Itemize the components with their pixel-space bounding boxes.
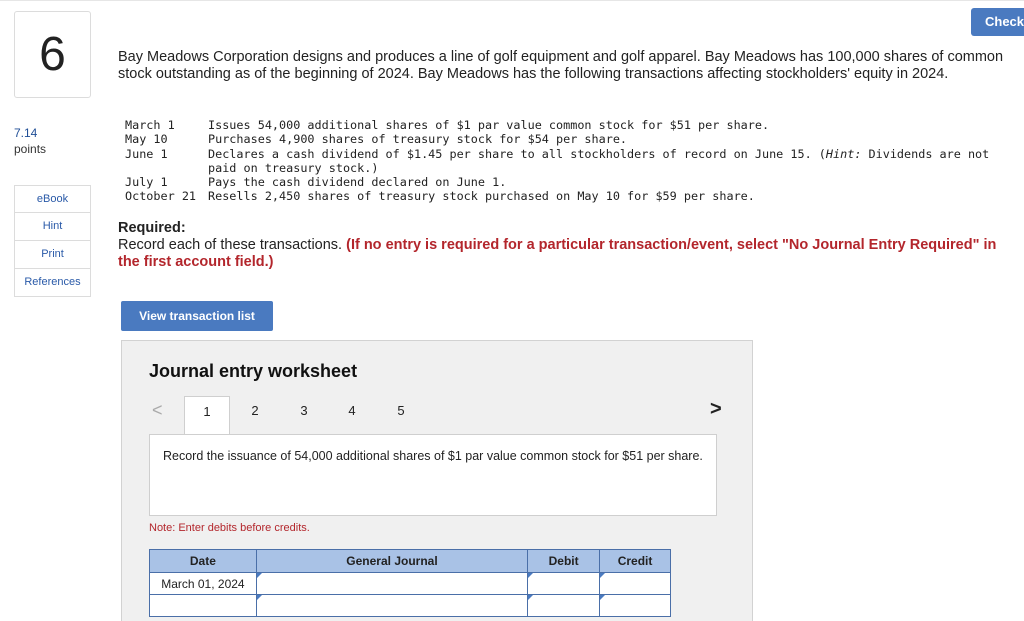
transaction-prompt: Record the issuance of 54,000 additional… bbox=[149, 434, 717, 516]
page-tab-2[interactable]: 2 bbox=[232, 396, 278, 434]
journal-header-row: Date General Journal Debit Credit bbox=[149, 549, 671, 573]
page-tab-4[interactable]: 4 bbox=[329, 396, 375, 434]
credit-input[interactable] bbox=[599, 572, 671, 595]
top-divider bbox=[0, 0, 1024, 1]
page-tab-3[interactable]: 3 bbox=[281, 396, 327, 434]
debit-input[interactable] bbox=[527, 572, 601, 595]
transaction-row: June 1 Declares a cash dividend of $1.45… bbox=[125, 147, 1003, 176]
transaction-desc-part: Declares a cash dividend of $1.45 per sh… bbox=[208, 146, 826, 161]
col-general-journal: General Journal bbox=[255, 549, 529, 573]
required-text: Record each of these transactions. (If n… bbox=[118, 237, 1008, 271]
transaction-date: July 1 bbox=[125, 175, 168, 190]
chevron-right-icon[interactable]: > bbox=[710, 398, 722, 421]
account-select[interactable] bbox=[255, 594, 529, 617]
table-row bbox=[149, 594, 671, 617]
hint-link[interactable]: Hint bbox=[14, 213, 91, 241]
page-tab-5[interactable]: 5 bbox=[378, 396, 424, 434]
transaction-date: May 10 bbox=[125, 132, 168, 147]
transaction-date: June 1 bbox=[125, 146, 168, 161]
col-debit: Debit bbox=[527, 549, 601, 573]
required-instruction: Record each of these transactions. bbox=[118, 237, 347, 253]
transaction-desc: Resells 2,450 shares of treasury stock p… bbox=[208, 189, 755, 204]
transaction-desc: Declares a cash dividend of $1.45 per sh… bbox=[208, 147, 1003, 176]
input-marker-icon bbox=[528, 595, 534, 600]
date-cell bbox=[149, 594, 257, 617]
transaction-list: March 1 Issues 54,000 additional shares … bbox=[125, 118, 1003, 204]
transaction-desc: Issues 54,000 additional shares of $1 pa… bbox=[208, 118, 770, 132]
account-select[interactable] bbox=[255, 572, 529, 595]
required-heading: Required: bbox=[118, 220, 186, 236]
ebook-link[interactable]: eBook bbox=[14, 185, 91, 213]
page-tab-1[interactable]: 1 bbox=[184, 396, 230, 434]
hint-word: Hint: bbox=[825, 146, 862, 161]
transaction-desc: Pays the cash dividend declared on June … bbox=[208, 175, 507, 190]
question-number: 6 bbox=[14, 11, 91, 98]
view-transaction-list-button[interactable]: View transaction list bbox=[121, 301, 273, 331]
col-credit: Credit bbox=[599, 549, 671, 573]
transaction-date: March 1 bbox=[125, 118, 175, 132]
points-value: 7.14 bbox=[14, 126, 38, 140]
transaction-date: October 21 bbox=[125, 189, 197, 204]
points-info: 7.14 points bbox=[14, 125, 46, 157]
transaction-row: July 1 Pays the cash dividend declared o… bbox=[125, 175, 1003, 189]
date-cell: March 01, 2024 bbox=[149, 572, 257, 595]
worksheet-title: Journal entry worksheet bbox=[149, 361, 358, 381]
worksheet-pager: < 1 2 3 4 5 > bbox=[149, 396, 722, 434]
chevron-left-icon[interactable]: < bbox=[152, 400, 163, 421]
transaction-row: March 1 Issues 54,000 additional shares … bbox=[125, 118, 1003, 132]
transaction-row: October 21 Resells 2,450 shares of treas… bbox=[125, 189, 1003, 203]
input-marker-icon bbox=[256, 573, 262, 578]
worksheet-note: Note: Enter debits before credits. bbox=[149, 522, 310, 534]
print-link[interactable]: Print bbox=[14, 241, 91, 269]
points-label: points bbox=[14, 142, 47, 156]
input-marker-icon bbox=[528, 573, 534, 578]
transaction-row: May 10 Purchases 4,900 shares of treasur… bbox=[125, 132, 1003, 146]
col-date: Date bbox=[149, 549, 257, 573]
debit-input[interactable] bbox=[527, 594, 601, 617]
journal-entry-worksheet: Journal entry worksheet < 1 2 3 4 5 > Re… bbox=[121, 340, 753, 621]
references-link[interactable]: References bbox=[14, 269, 91, 297]
question-intro: Bay Meadows Corporation designs and prod… bbox=[118, 49, 1004, 82]
transaction-desc: Purchases 4,900 shares of treasury stock… bbox=[208, 132, 628, 147]
credit-input[interactable] bbox=[599, 594, 671, 617]
table-row: March 01, 2024 bbox=[149, 572, 671, 595]
input-marker-icon bbox=[600, 573, 606, 578]
input-marker-icon bbox=[256, 595, 262, 600]
input-marker-icon bbox=[600, 595, 606, 600]
check-button[interactable]: Check bbox=[971, 8, 1024, 36]
side-links: eBook Hint Print References bbox=[14, 185, 91, 297]
journal-table: Date General Journal Debit Credit March … bbox=[149, 549, 671, 617]
